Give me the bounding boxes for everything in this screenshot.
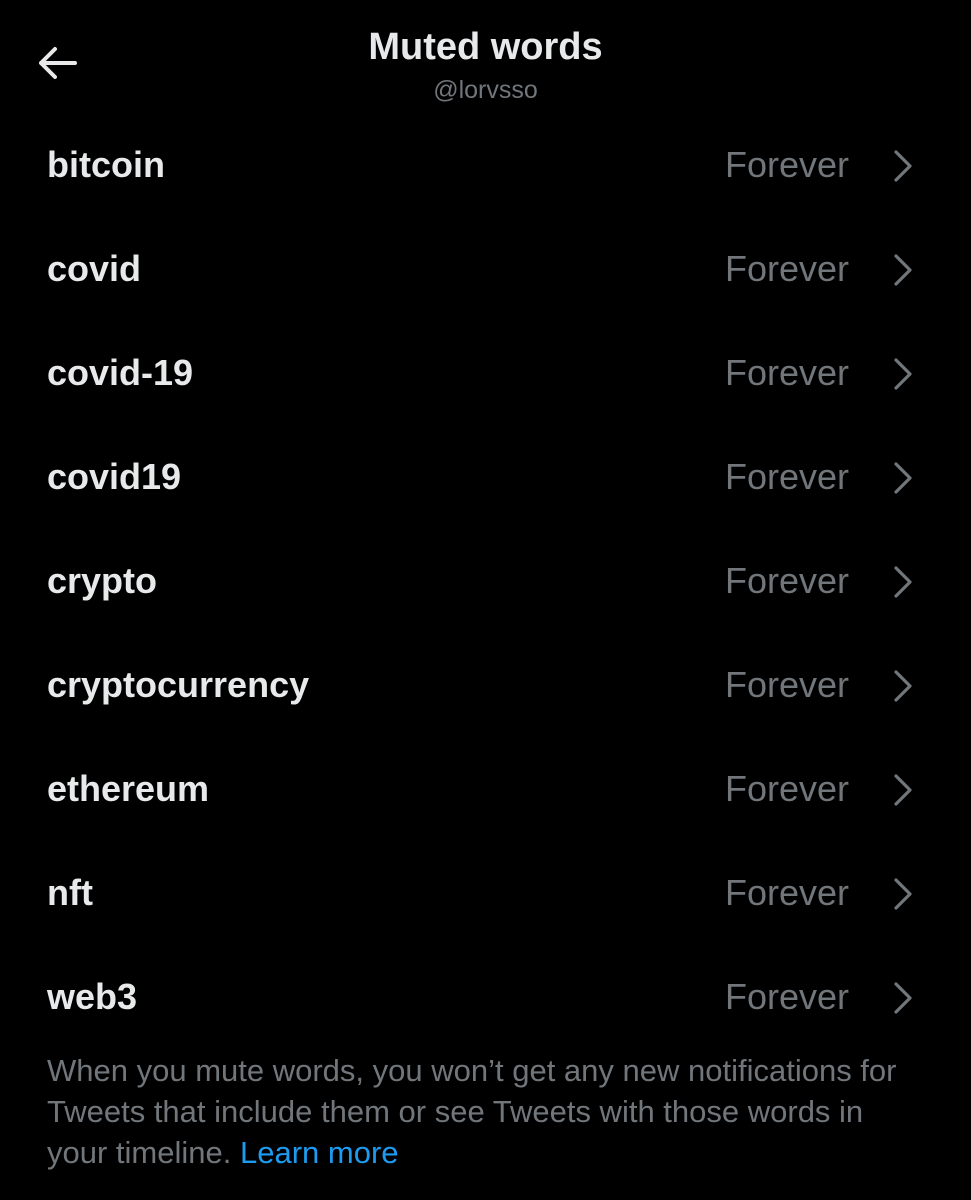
- chevron-right-icon: [894, 358, 912, 390]
- muted-word-label: ethereum: [47, 768, 210, 809]
- muted-word-label: nft: [47, 872, 93, 913]
- muted-words-list: bitcoin Forever covid Forever covid-19 F…: [0, 113, 971, 1049]
- muted-word-row[interactable]: covid-19 Forever: [0, 321, 971, 425]
- chevron-right-icon: [894, 982, 912, 1014]
- mute-duration: Forever: [724, 976, 849, 1017]
- muted-word-label: covid19: [47, 456, 182, 497]
- chevron-right-icon: [894, 150, 912, 182]
- header: Muted words @lorvsso: [0, 0, 971, 120]
- chevron-right-icon: [894, 878, 912, 910]
- mute-duration: Forever: [724, 560, 849, 601]
- learn-more-link[interactable]: Learn more: [240, 1135, 399, 1170]
- muted-word-label: covid-19: [47, 352, 194, 393]
- chevron-right-icon: [894, 462, 912, 494]
- muted-word-row[interactable]: covid Forever: [0, 217, 971, 321]
- mute-duration: Forever: [724, 664, 849, 705]
- account-handle: @lorvsso: [433, 76, 538, 104]
- mute-duration: Forever: [724, 352, 849, 393]
- title-block: Muted words @lorvsso: [0, 24, 971, 108]
- muted-words-explanation: When you mute words, you won’t get any n…: [47, 1050, 927, 1173]
- muted-word-row[interactable]: ethereum Forever: [0, 737, 971, 841]
- muted-word-row[interactable]: covid19 Forever: [0, 425, 971, 529]
- muted-word-row[interactable]: web3 Forever: [0, 945, 971, 1049]
- muted-word-row[interactable]: bitcoin Forever: [0, 113, 971, 217]
- explanation-text: When you mute words, you won’t get any n…: [47, 1053, 897, 1170]
- muted-word-label: covid: [47, 248, 142, 289]
- muted-word-row[interactable]: nft Forever: [0, 841, 971, 945]
- chevron-right-icon: [894, 566, 912, 598]
- muted-word-row[interactable]: cryptocurrency Forever: [0, 633, 971, 737]
- mute-duration: Forever: [724, 768, 849, 809]
- muted-word-label: cryptocurrency: [47, 664, 310, 705]
- muted-word-label: crypto: [47, 560, 158, 601]
- mute-duration: Forever: [724, 456, 849, 497]
- mute-duration: Forever: [724, 248, 849, 289]
- chevron-right-icon: [894, 670, 912, 702]
- muted-word-label: bitcoin: [47, 144, 165, 185]
- mute-duration: Forever: [724, 872, 849, 913]
- muted-word-label: web3: [47, 976, 138, 1017]
- muted-word-row[interactable]: crypto Forever: [0, 529, 971, 633]
- chevron-right-icon: [894, 254, 912, 286]
- chevron-right-icon: [894, 774, 912, 806]
- mute-duration: Forever: [724, 144, 849, 185]
- page-title: Muted words: [368, 26, 603, 68]
